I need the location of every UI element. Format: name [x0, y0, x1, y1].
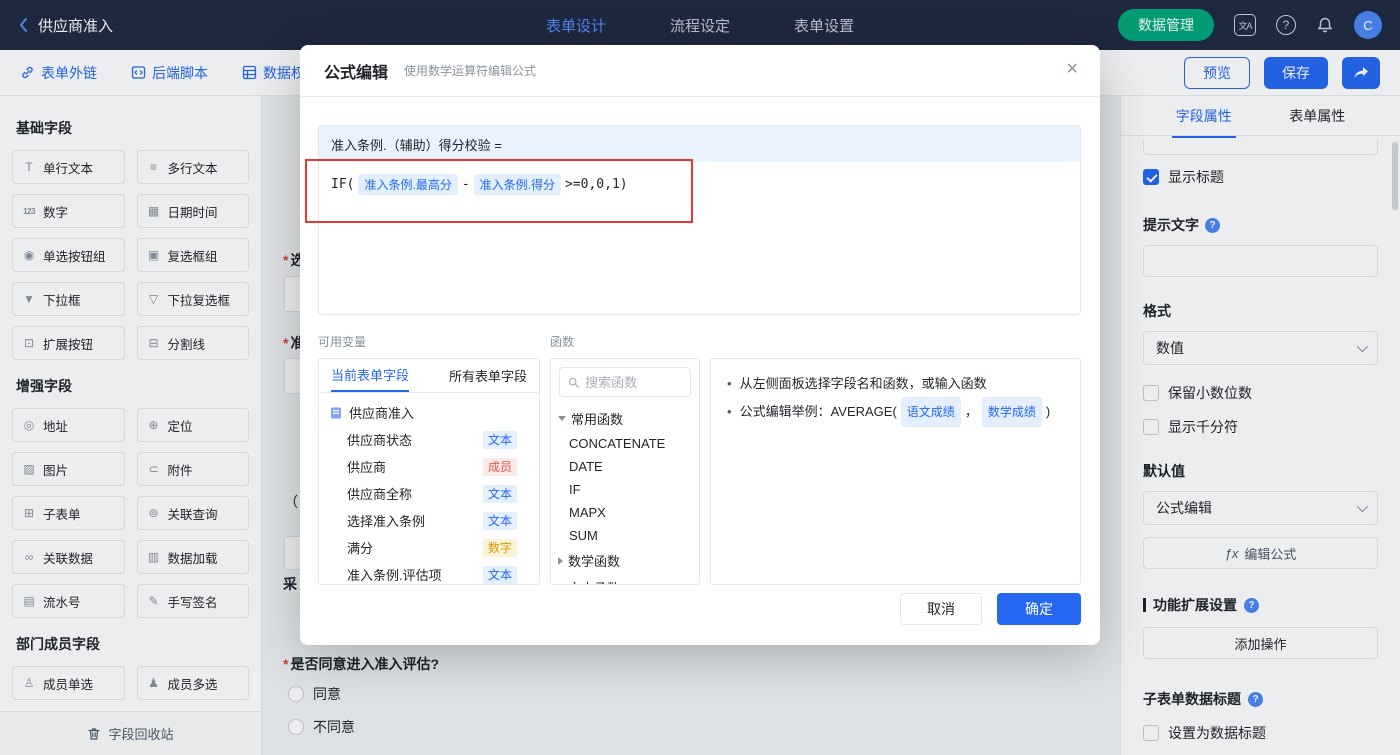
variable-name: 满分: [347, 541, 374, 556]
variable-name: 准入条例.评估项: [347, 568, 442, 583]
tip-text: 公式编辑举例：AVERAGE(: [739, 404, 897, 419]
function-item[interactable]: CONCATENATE: [551, 432, 699, 455]
cancel-button[interactable]: 取消: [900, 593, 982, 625]
formula-edit-modal: 公式编辑 使用数学运算符编辑公式 × 准入条例.（辅助）得分校验 = IF( 准…: [300, 45, 1100, 645]
tips-panel: 从左侧面板选择字段名和函数，或输入函数 公式编辑举例：AVERAGE( 语文成绩…: [710, 358, 1081, 585]
panel-labels: 可用变量 函数: [318, 333, 1081, 350]
type-badge: 文本: [482, 430, 517, 449]
type-badge: 文本: [482, 484, 517, 503]
tab-current-form-fields[interactable]: 当前表单字段: [331, 359, 410, 392]
variable-field-row[interactable]: 准入条例.评估项 文本: [319, 561, 539, 584]
variable-root-row[interactable]: 供应商准入: [319, 399, 539, 426]
confirm-button[interactable]: 确定: [997, 593, 1081, 625]
variable-field-row[interactable]: 供应商全称 文本: [319, 480, 539, 507]
example-field-chip: 语文成绩: [900, 397, 961, 427]
tip-line-2: 公式编辑举例：AVERAGE( 语文成绩 ， 数学成绩 ): [727, 397, 1064, 427]
variable-name: 供应商全称: [347, 487, 413, 502]
group-text-functions[interactable]: 文本函数: [551, 574, 699, 584]
chevron-right-icon: [558, 556, 563, 565]
close-icon[interactable]: ×: [1066, 59, 1078, 79]
group-label: 常用函数: [571, 412, 624, 427]
function-search-input[interactable]: [585, 374, 682, 390]
type-badge: 文本: [482, 565, 517, 584]
group-label: 数学函数: [568, 554, 621, 569]
variable-name: 供应商: [347, 460, 387, 475]
type-badge: 数字: [482, 538, 517, 557]
functions-tree: 常用函数 CONCATENATE DATE IF MAPX SUM 数学函数 文…: [551, 405, 699, 584]
tip-text: ): [1045, 404, 1051, 419]
formula-editor: 准入条例.（辅助）得分校验 = IF( 准入条例.最高分 - 准入条例.得分 >…: [318, 125, 1081, 315]
formula-target-bar: 准入条例.（辅助）得分校验 =: [319, 126, 1080, 162]
tip-text: 从左侧面板选择字段名和函数，或输入函数: [739, 376, 987, 391]
modal-title: 公式编辑: [324, 64, 389, 82]
function-item[interactable]: SUM: [551, 524, 699, 547]
variables-panel: 当前表单字段 所有表单字段 供应商准入 供应商状态 文本 供应商 成员 供应商全称文…: [318, 358, 540, 585]
functions-panel-label: 函数: [550, 335, 575, 349]
type-badge: 成员: [482, 457, 517, 476]
modal-header: 公式编辑 使用数学运算符编辑公式: [300, 45, 1100, 97]
chevron-right-icon: [558, 583, 563, 584]
formula-operator: -: [461, 177, 470, 192]
variables-tabs: 当前表单字段 所有表单字段: [319, 359, 539, 393]
variables-panel-label: 可用变量: [318, 335, 367, 349]
variable-name: 供应商状态: [347, 433, 413, 448]
function-item[interactable]: MAPX: [551, 501, 699, 524]
modal-subtitle: 使用数学运算符编辑公式: [404, 64, 537, 78]
formula-input-area[interactable]: IF( 准入条例.最高分 - 准入条例.得分 >=0,0,1): [319, 162, 1080, 314]
formula-function: IF(: [331, 177, 355, 192]
functions-panel: 常用函数 CONCATENATE DATE IF MAPX SUM 数学函数 文…: [550, 358, 700, 585]
tip-line-1: 从左侧面板选择字段名和函数，或输入函数: [727, 371, 1064, 397]
group-common-functions[interactable]: 常用函数: [551, 405, 699, 432]
function-search-box[interactable]: [559, 367, 691, 397]
panels-row: 当前表单字段 所有表单字段 供应商准入 供应商状态 文本 供应商 成员 供应商全称文…: [318, 358, 1081, 585]
tab-all-form-fields[interactable]: 所有表单字段: [449, 359, 527, 392]
type-badge: 文本: [482, 511, 517, 530]
search-icon: [568, 377, 579, 388]
group-math-functions[interactable]: 数学函数: [551, 547, 699, 574]
chevron-down-icon: [558, 416, 566, 421]
tip-separator: ，: [964, 404, 978, 419]
variable-name: 选择准入条例: [347, 514, 426, 529]
variable-field-row[interactable]: 供应商 成员: [319, 453, 539, 480]
variable-field-row[interactable]: 供应商状态 文本: [319, 426, 539, 453]
function-item[interactable]: IF: [551, 478, 699, 501]
form-doc-icon: [331, 407, 341, 418]
variables-tree: 供应商准入 供应商状态 文本 供应商 成员 供应商全称 文本 选择准入条例 文本 满分数…: [319, 393, 539, 584]
formula-tail: >=0,0,1): [565, 177, 628, 192]
modal-body: 准入条例.（辅助）得分校验 = IF( 准入条例.最高分 - 准入条例.得分 >…: [300, 97, 1100, 585]
variable-field-row[interactable]: 选择准入条例 文本: [319, 507, 539, 534]
variable-field-row[interactable]: 满分 数字: [319, 534, 539, 561]
group-label: 文本函数: [568, 578, 620, 584]
app-root: 供应商准入 表单设计 流程设定 表单设置 数据管理 文A ? C 表单外链 后端…: [0, 0, 1400, 755]
modal-footer: 取消 确定: [900, 593, 1081, 625]
example-field-chip: 数学成绩: [981, 397, 1042, 427]
function-item[interactable]: DATE: [551, 455, 699, 478]
formula-field-chip: 准入条例.得分: [473, 174, 561, 195]
formula-field-chip: 准入条例.最高分: [358, 174, 458, 195]
variable-root-label: 供应商准入: [349, 406, 415, 421]
formula-expression: IF( 准入条例.最高分 - 准入条例.得分 >=0,0,1): [331, 174, 1068, 195]
